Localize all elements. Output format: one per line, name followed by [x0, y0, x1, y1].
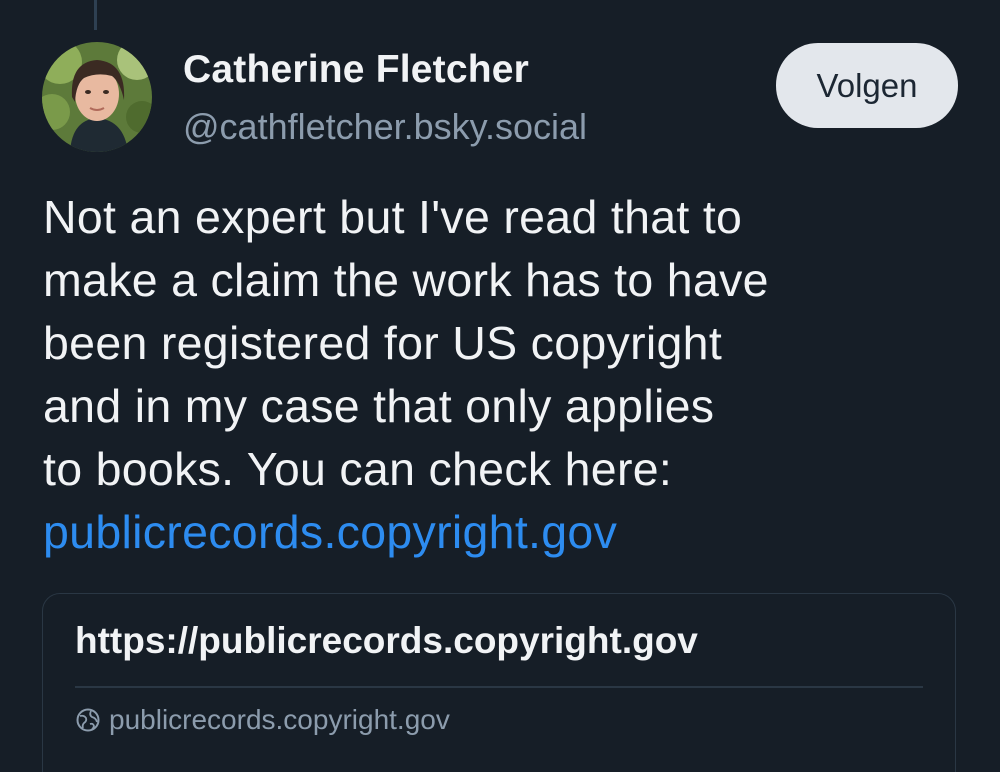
globe-icon — [75, 707, 101, 733]
thread-line — [94, 0, 97, 30]
author-name[interactable]: Catherine Fletcher — [183, 48, 529, 92]
author-handle[interactable]: @cathfletcher.bsky.social — [183, 106, 587, 148]
post-text: Not an expert but I've read that to make… — [43, 186, 943, 564]
follow-button[interactable]: Volgen — [776, 43, 958, 128]
link-card-domain: publicrecords.copyright.gov — [109, 704, 450, 735]
link-preview-card[interactable]: https://publicrecords.copyright.gov publ… — [42, 593, 956, 772]
post-text-line: to books. You can check here: — [43, 443, 673, 495]
avatar-image — [42, 42, 152, 152]
post-text-line: and in my case that only applies — [43, 380, 715, 432]
link-card-domain-row: publicrecords.copyright.gov — [75, 704, 450, 736]
link-card-divider — [75, 686, 923, 688]
post-link[interactable]: publicrecords.copyright.gov — [43, 501, 943, 564]
link-card-title: https://publicrecords.copyright.gov — [75, 620, 698, 661]
post-container: Catherine Fletcher @cathfletcher.bsky.so… — [0, 0, 1000, 772]
post-text-line: been registered for US copyright — [43, 317, 723, 369]
post-text-line: Not an expert but I've read that to — [43, 191, 743, 243]
avatar[interactable] — [42, 42, 152, 152]
post-text-line: make a claim the work has to have — [43, 254, 769, 306]
